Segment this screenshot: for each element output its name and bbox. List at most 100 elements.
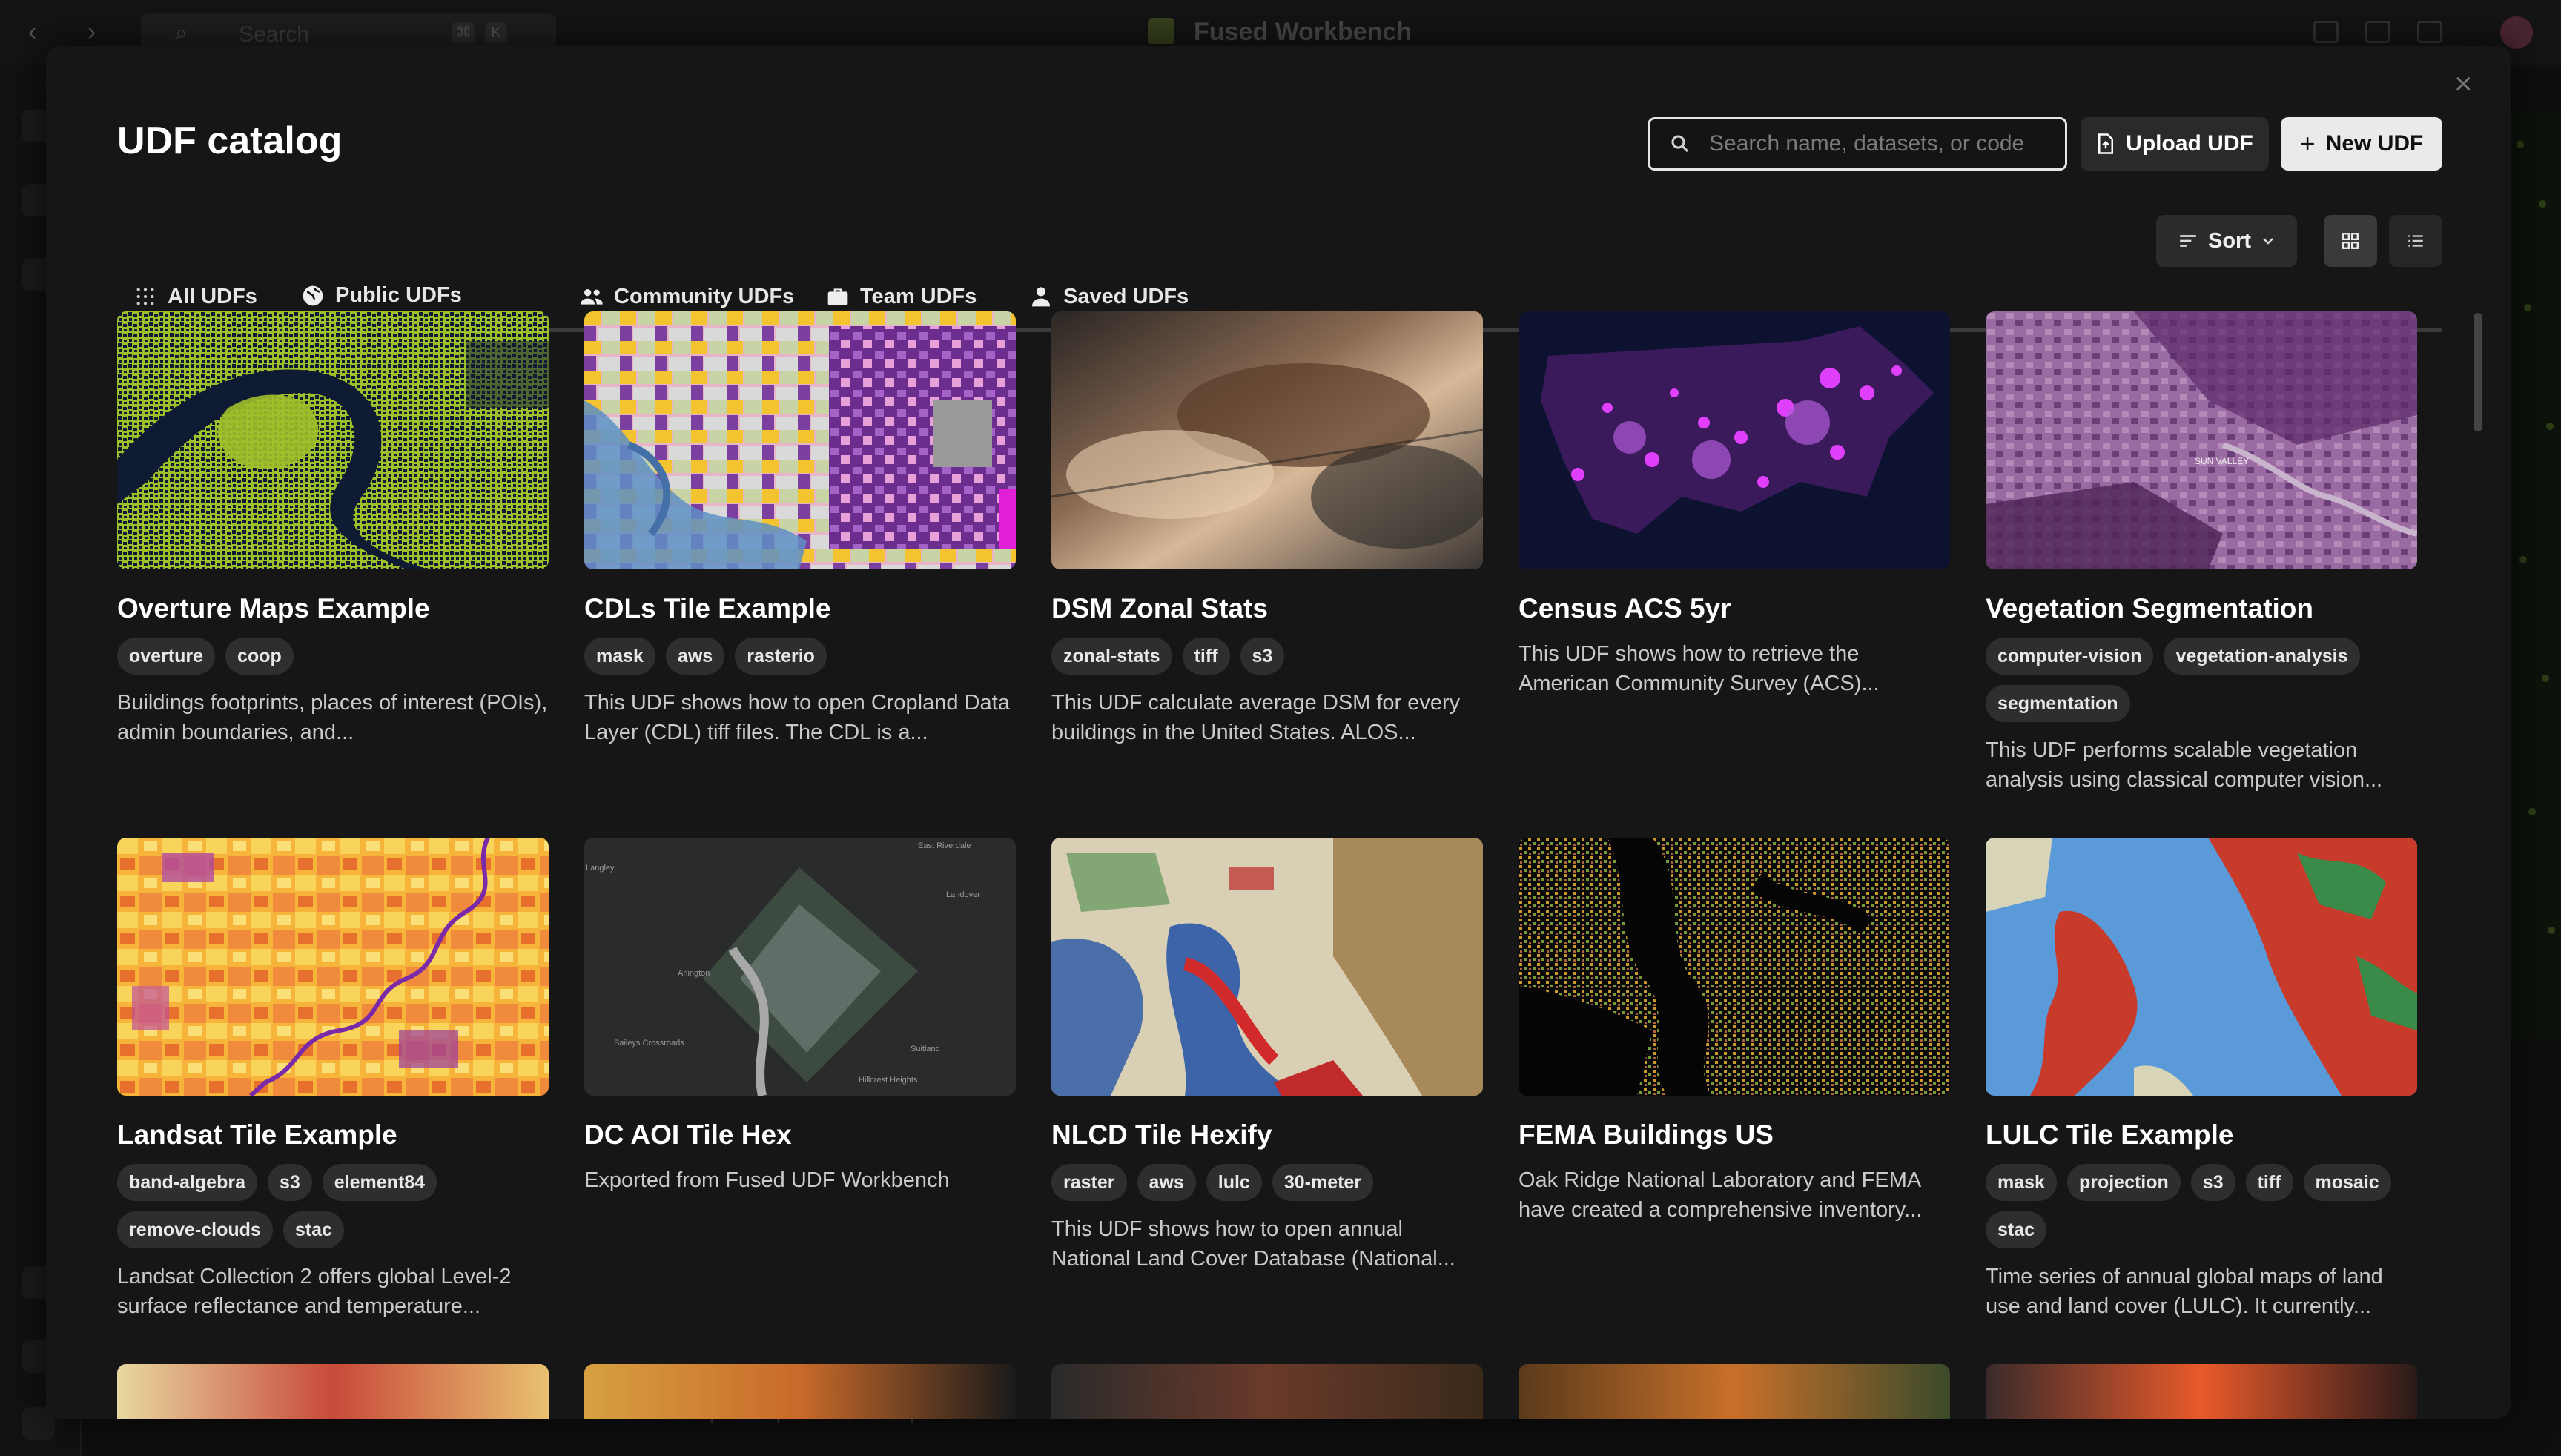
udf-thumbnail	[584, 311, 1016, 569]
search-icon: ⌕	[175, 21, 188, 45]
tag[interactable]: s3	[1240, 638, 1285, 675]
sort-label: Sort	[2208, 228, 2251, 253]
search-input[interactable]	[1709, 124, 2058, 164]
tag[interactable]: rasterio	[735, 638, 827, 675]
udf-card[interactable]: FEMA Buildings US Oak Ridge National Lab…	[1519, 838, 1950, 1225]
tag[interactable]: vegetation-analysis	[2164, 638, 2360, 675]
sort-button[interactable]: Sort	[2156, 215, 2297, 267]
workbench-search-placeholder: Search	[239, 22, 310, 47]
tag-list: zonal-stats tiff s3	[1051, 638, 1483, 675]
upload-udf-label: Upload UDF	[2126, 131, 2253, 156]
close-icon[interactable]: ×	[2454, 68, 2473, 99]
plus-icon: +	[2299, 128, 2316, 159]
tag[interactable]: remove-clouds	[117, 1211, 273, 1248]
back-arrow-icon[interactable]: ‹	[28, 18, 36, 47]
layout-right-icon[interactable]	[2417, 21, 2442, 43]
globe-icon	[303, 285, 323, 305]
new-udf-label: New UDF	[2325, 131, 2424, 156]
udf-card[interactable]: DSM Zonal Stats zonal-stats tiff s3 This…	[1051, 311, 1483, 747]
list-view-button[interactable]	[2389, 215, 2442, 267]
tag[interactable]: tiff	[1182, 638, 1230, 675]
tag-list: computer-vision vegetation-analysis segm…	[1986, 638, 2417, 722]
udf-card-title: NLCD Tile Hexify	[1051, 1119, 1272, 1150]
tag[interactable]: 30-meter	[1272, 1164, 1374, 1201]
forward-arrow-icon[interactable]: ›	[87, 18, 96, 47]
udf-thumbnail: Arlington Landover Suitland East Riverda…	[584, 838, 1016, 1096]
tag[interactable]: raster	[1051, 1164, 1127, 1201]
tag[interactable]: segmentation	[1986, 685, 2130, 722]
udf-card-description: This UDF performs scalable vegetation an…	[1986, 738, 2383, 792]
udf-card[interactable]: NLCD Tile Hexify raster aws lulc 30-mete…	[1051, 838, 1483, 1274]
app-title: Fused Workbench	[1194, 18, 1412, 46]
tag[interactable]: projection	[2066, 1164, 2181, 1201]
tab-label: All UDFs	[168, 284, 257, 308]
udf-card-description: Exported from Fused UDF Workbench	[584, 1168, 950, 1192]
tag[interactable]: aws	[1137, 1164, 1196, 1201]
grid-view-icon	[2342, 233, 2359, 249]
grid-view-button[interactable]	[2324, 215, 2377, 267]
tag[interactable]: overture	[117, 638, 216, 675]
tag-list: mask projection s3 tiff mosaic stac	[1986, 1164, 2417, 1248]
page-title: UDF catalog	[117, 119, 343, 162]
layout-center-icon[interactable]	[2365, 21, 2390, 43]
udf-card-description: This UDF shows how to retrieve the Ameri…	[1519, 642, 1880, 695]
udf-card-title: Census ACS 5yr	[1519, 593, 1731, 623]
udf-card[interactable]: LULC Tile Example mask projection s3 tif…	[1986, 838, 2417, 1321]
udf-card-thumbnail-partial[interactable]	[584, 1364, 1016, 1419]
udf-thumbnail: SUN VALLEY	[1986, 311, 2417, 569]
tag[interactable]: lulc	[1206, 1164, 1262, 1201]
map-label: SUN VALLEY	[2195, 456, 2249, 466]
udf-thumbnail	[1519, 838, 1950, 1096]
people-icon	[581, 289, 603, 305]
udf-card[interactable]: Overture Maps Example overture coop Buil…	[117, 311, 549, 747]
udf-card-description: This UDF shows how to open Cropland Data…	[584, 691, 1010, 744]
udf-card-title: FEMA Buildings US	[1519, 1119, 1774, 1150]
upload-udf-button[interactable]: Upload UDF	[2081, 117, 2269, 171]
catalog-search[interactable]	[1648, 117, 2067, 171]
udf-card[interactable]: Landsat Tile Example band-algebra s3 ele…	[117, 838, 549, 1321]
new-udf-button[interactable]: + New UDF	[2281, 117, 2442, 171]
avatar[interactable]	[2500, 16, 2533, 49]
udf-card-thumbnail-partial[interactable]	[1519, 1364, 1950, 1419]
layout-left-icon[interactable]	[2313, 21, 2339, 43]
tag-list: raster aws lulc 30-meter	[1051, 1164, 1483, 1201]
udf-card-description: This UDF calculate average DSM for every…	[1051, 691, 1461, 744]
udf-card-title: CDLs Tile Example	[584, 593, 831, 623]
udf-card-thumbnail-partial[interactable]	[117, 1364, 549, 1419]
tag[interactable]: s3	[267, 1164, 312, 1201]
udf-card-thumbnail-partial[interactable]	[1986, 1364, 2417, 1419]
tag[interactable]: element84	[322, 1164, 437, 1201]
tag[interactable]: coop	[225, 638, 294, 675]
udf-card-title: DC AOI Tile Hex	[584, 1119, 792, 1150]
tag[interactable]: zonal-stats	[1051, 638, 1172, 675]
tag[interactable]: band-algebra	[117, 1164, 257, 1201]
tab-label: Public UDFs	[335, 283, 462, 307]
tag[interactable]: mosaic	[2303, 1164, 2391, 1201]
udf-card-title: Vegetation Segmentation	[1986, 593, 2314, 623]
tag[interactable]: computer-vision	[1986, 638, 2154, 675]
tag[interactable]: mask	[584, 638, 655, 675]
udf-thumbnail	[117, 311, 549, 569]
udf-thumbnail	[117, 838, 549, 1096]
udf-thumbnail	[1051, 311, 1483, 569]
tag[interactable]: mask	[1986, 1164, 2057, 1201]
scrollbar[interactable]	[2474, 313, 2482, 431]
tag[interactable]: stac	[282, 1211, 344, 1248]
udf-card[interactable]: Arlington Landover Suitland East Riverda…	[584, 838, 1016, 1195]
shortcut-key: ⌘	[452, 22, 475, 43]
tag[interactable]: stac	[1986, 1211, 2047, 1248]
udf-card-description: Time series of annual global maps of lan…	[1986, 1265, 2383, 1318]
udf-card[interactable]: CDLs Tile Example mask aws rasterio This…	[584, 311, 1016, 747]
udf-card[interactable]: Census ACS 5yr This UDF shows how to ret…	[1519, 311, 1950, 698]
tag[interactable]: tiff	[2245, 1164, 2293, 1201]
tab-label: Team UDFs	[860, 284, 977, 308]
udf-catalog-modal: × UDF catalog Upload UDF + New UDF All U…	[46, 46, 2511, 1419]
map-label: Baileys Crossroads	[614, 1039, 684, 1048]
udf-card[interactable]: SUN VALLEY Vegetation Segmentation compu…	[1986, 311, 2417, 795]
search-icon	[1671, 135, 1689, 153]
udf-card-thumbnail-partial[interactable]	[1051, 1364, 1483, 1419]
tab-label: Saved UDFs	[1063, 284, 1189, 308]
chevron-down-icon	[2263, 238, 2273, 245]
tag[interactable]: s3	[2190, 1164, 2235, 1201]
tag[interactable]: aws	[665, 638, 725, 675]
